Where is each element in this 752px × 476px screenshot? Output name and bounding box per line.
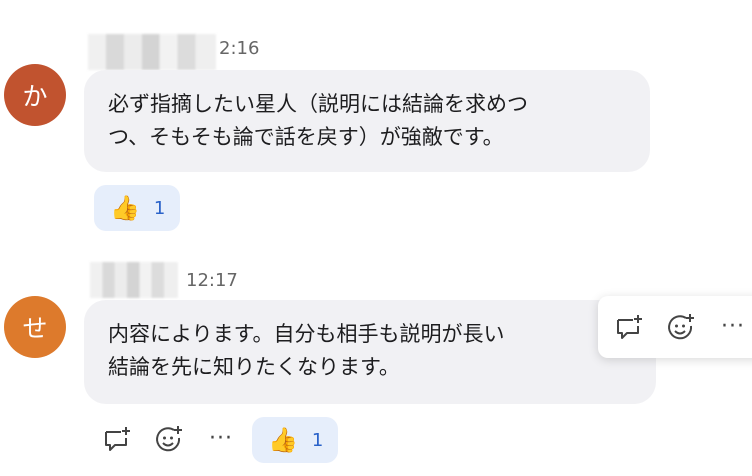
add-reaction-button[interactable] [664, 310, 698, 344]
message-text-line: 必ず指摘したい星人（説明には結論を求めつ [108, 92, 528, 116]
message-text-line: 結論を先に知りたくなります。 [108, 355, 400, 379]
thumbs-up-icon: 👍 [110, 194, 140, 222]
avatar[interactable]: せ [4, 296, 66, 358]
reaction-thumbs-up[interactable]: 👍 1 [94, 185, 180, 231]
more-options-button[interactable]: ··· [716, 310, 750, 344]
sender-name-blurred [90, 262, 178, 298]
message-text-line: つ、そもそも論で話を戻す）が強敵です。 [108, 125, 504, 149]
add-reaction-icon [156, 426, 182, 452]
message-hover-toolbar: ··· [598, 296, 752, 358]
reply-in-thread-button[interactable] [612, 310, 646, 344]
sender-name-blurred [88, 34, 216, 70]
comment-plus-icon [105, 427, 130, 451]
comment-plus-icon [617, 315, 642, 339]
message-text-line: 内容によります。自分も相手も説明が長い [108, 322, 505, 346]
reaction-count: 1 [153, 197, 166, 219]
add-reaction-button[interactable] [152, 422, 186, 456]
message-timestamp: 2:16 [219, 38, 260, 59]
avatar-initial: か [22, 82, 48, 111]
message-bubble: 必ず指摘したい星人（説明には結論を求めつ つ、そもそも論で話を戻す）が強敵です。 [84, 70, 650, 172]
reaction-thumbs-up[interactable]: 👍 1 [252, 417, 338, 463]
add-reaction-icon [668, 314, 694, 340]
thumbs-up-icon: 👍 [268, 426, 298, 454]
message-timestamp: 12:17 [186, 270, 238, 291]
message-bubble: 内容によります。自分も相手も説明が長い 結論を先に知りたくなります。 [84, 300, 656, 404]
more-icon: ··· [721, 314, 745, 339]
reply-in-thread-button[interactable] [100, 422, 134, 456]
avatar[interactable]: か [4, 64, 66, 126]
more-options-button[interactable]: ··· [204, 422, 238, 456]
more-icon: ··· [209, 426, 233, 451]
reaction-count: 1 [311, 429, 324, 451]
avatar-initial: せ [22, 314, 48, 343]
